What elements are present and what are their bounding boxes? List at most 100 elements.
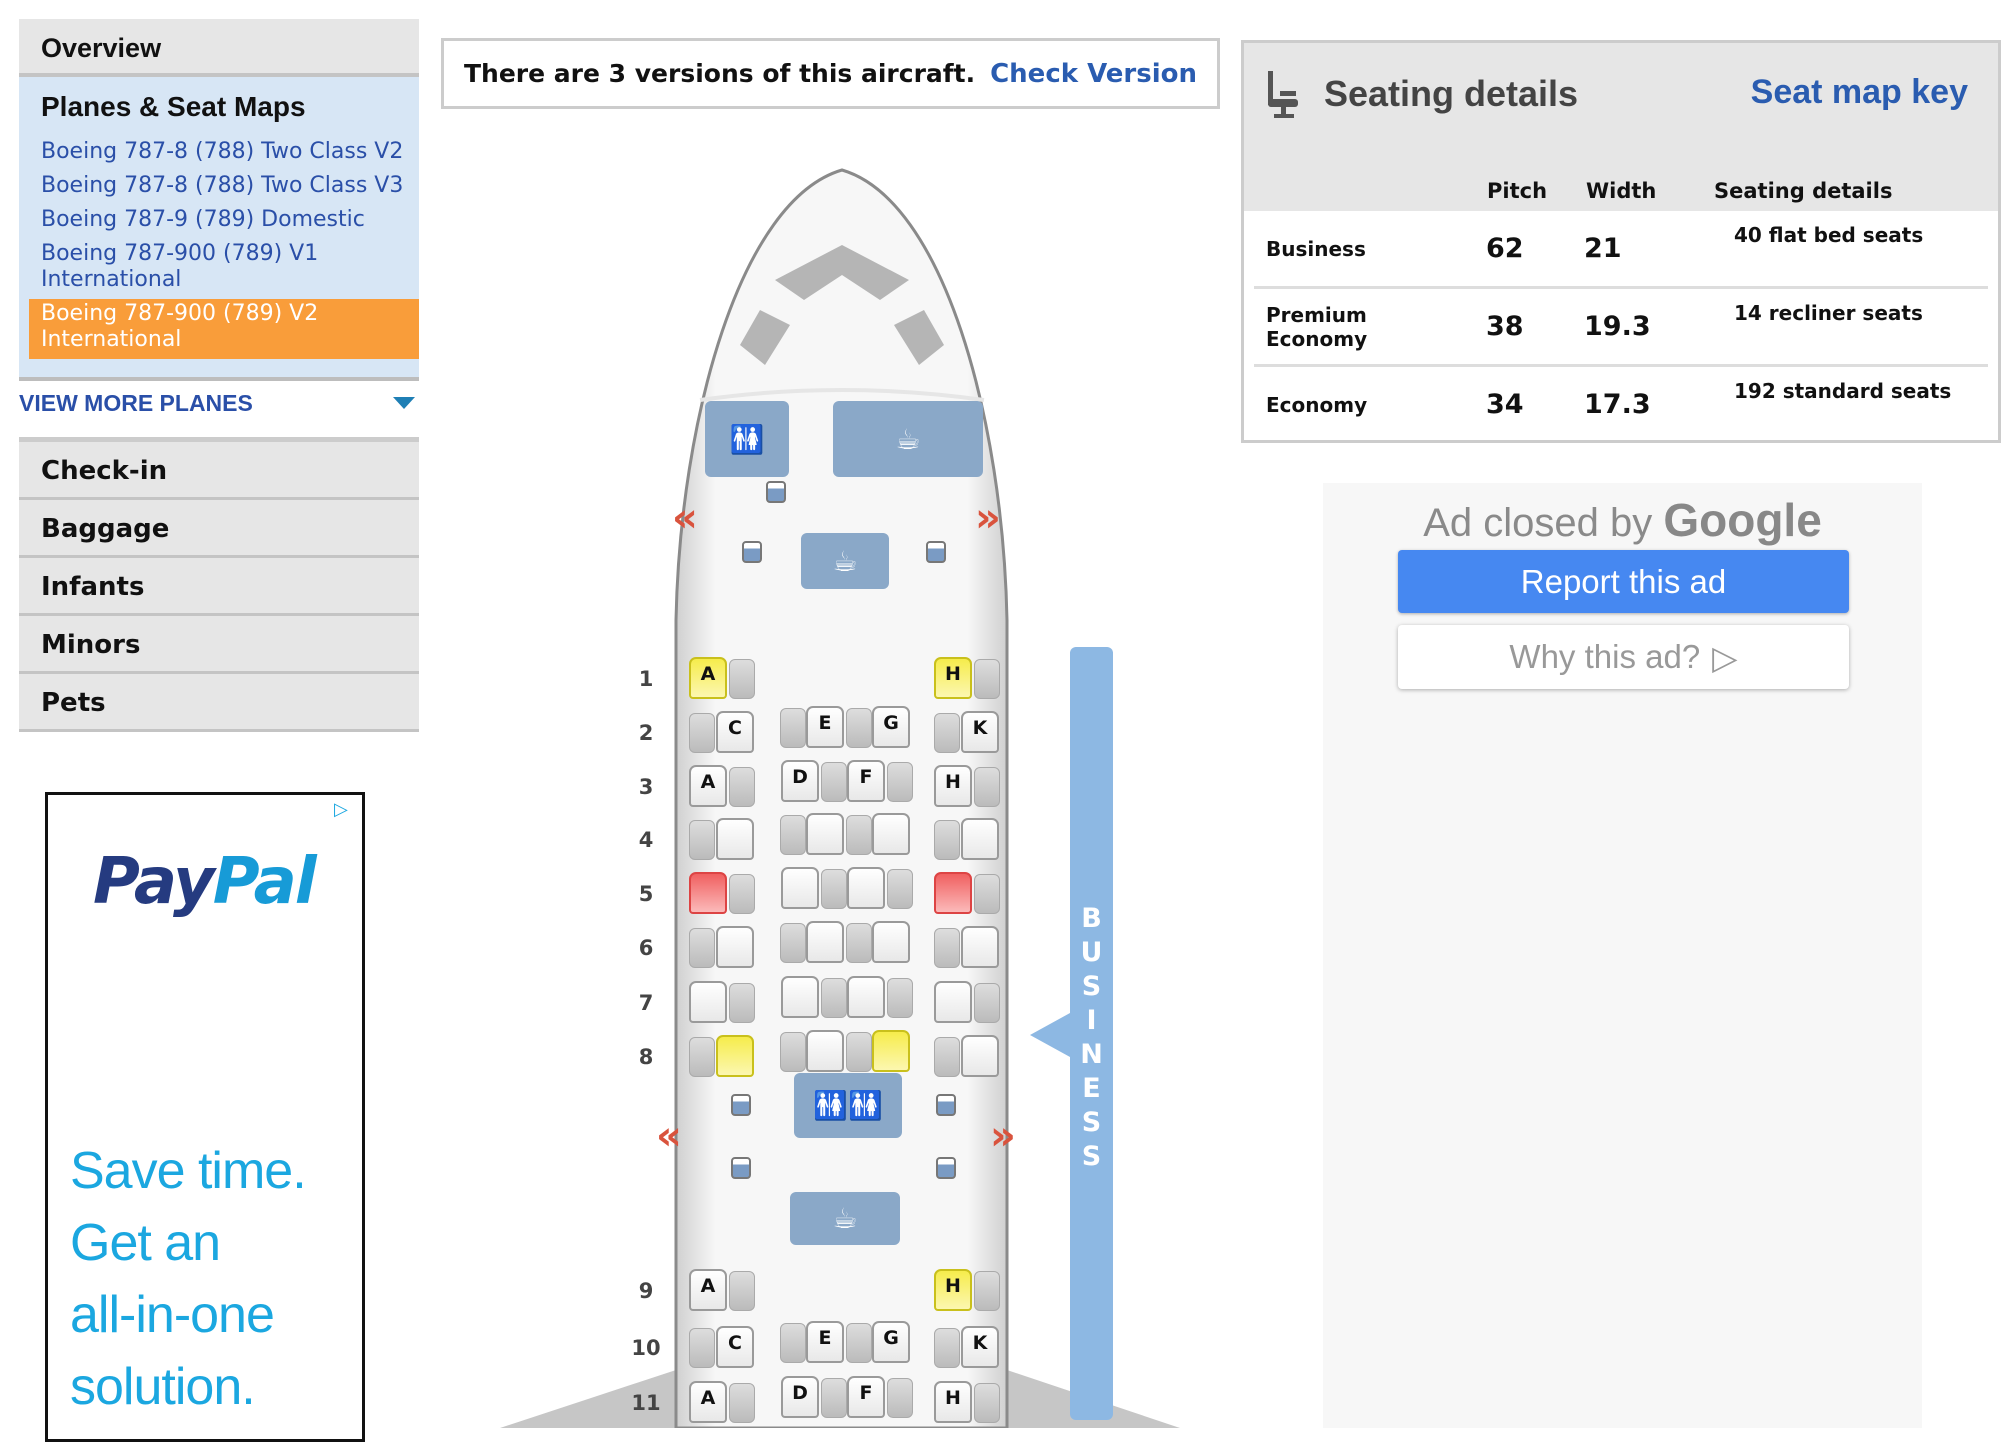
seat-6G[interactable] bbox=[872, 921, 910, 963]
ottoman bbox=[689, 820, 715, 860]
ottoman bbox=[780, 815, 806, 855]
seat-3D[interactable]: D bbox=[781, 760, 819, 802]
row-number: 8 bbox=[638, 1045, 654, 1069]
ottoman bbox=[780, 1032, 806, 1072]
seat-6E[interactable] bbox=[806, 921, 844, 963]
seat-8K[interactable] bbox=[961, 1035, 999, 1077]
attendant-seat-icon bbox=[936, 1094, 956, 1116]
ottoman bbox=[780, 923, 806, 963]
ottoman bbox=[934, 928, 960, 968]
seat-11A[interactable]: A bbox=[689, 1381, 727, 1423]
ottoman bbox=[846, 708, 872, 748]
ottoman bbox=[846, 923, 872, 963]
ottoman bbox=[934, 713, 960, 753]
seat-6C[interactable] bbox=[716, 926, 754, 968]
ottoman bbox=[780, 708, 806, 748]
seat-2C[interactable]: C bbox=[716, 711, 754, 753]
seat-8C[interactable] bbox=[716, 1035, 754, 1077]
attendant-seat-icon bbox=[926, 541, 946, 563]
seat-8G[interactable] bbox=[872, 1030, 910, 1072]
attendant-seat-icon bbox=[936, 1157, 956, 1179]
ottoman bbox=[934, 1037, 960, 1077]
seat-10K[interactable]: K bbox=[961, 1326, 999, 1368]
ottoman bbox=[846, 1323, 872, 1363]
row-number: 3 bbox=[638, 775, 654, 799]
attendant-seat-icon bbox=[731, 1157, 751, 1179]
ottoman bbox=[689, 1037, 715, 1077]
seat-11D[interactable]: D bbox=[781, 1376, 819, 1418]
ottoman bbox=[934, 820, 960, 860]
attendant-seat-icon bbox=[766, 481, 786, 503]
attendant-seat-icon bbox=[742, 541, 762, 563]
ottoman bbox=[729, 1383, 755, 1423]
ottoman bbox=[729, 874, 755, 914]
ottoman bbox=[887, 762, 913, 802]
ottoman bbox=[974, 659, 1000, 699]
galley-icon: ☕ bbox=[790, 1192, 900, 1245]
row-number: 4 bbox=[638, 828, 654, 852]
seat-2G[interactable]: G bbox=[872, 706, 910, 748]
seat-1H[interactable]: H bbox=[934, 657, 972, 699]
seat-7H[interactable] bbox=[934, 981, 972, 1023]
seat-map: 🚻 ☕ ☕ 🚻🚻 ☕ « » « » BUSINESS 1AH2CKEG3AHD… bbox=[0, 0, 2006, 1428]
business-cabin-label: BUSINESS bbox=[1070, 647, 1113, 1420]
seat-7F[interactable] bbox=[847, 976, 885, 1018]
seat-10C[interactable]: C bbox=[716, 1326, 754, 1368]
ottoman bbox=[780, 1323, 806, 1363]
ottoman bbox=[934, 1328, 960, 1368]
ottoman bbox=[974, 1271, 1000, 1311]
seat-10E[interactable]: E bbox=[806, 1321, 844, 1363]
galley-icon: ☕ bbox=[801, 533, 889, 589]
cabin-pointer bbox=[1030, 1013, 1070, 1057]
seat-4E[interactable] bbox=[806, 813, 844, 855]
exit-left-icon: « bbox=[672, 495, 698, 541]
seat-4G[interactable] bbox=[872, 813, 910, 855]
exit-left-icon: « bbox=[656, 1113, 682, 1159]
seat-5H[interactable] bbox=[934, 872, 972, 914]
attendant-seat-icon bbox=[731, 1094, 751, 1116]
seat-7A[interactable] bbox=[689, 981, 727, 1023]
seat-1A[interactable]: A bbox=[689, 657, 727, 699]
seat-3H[interactable]: H bbox=[934, 765, 972, 807]
ottoman bbox=[729, 767, 755, 807]
seat-3F[interactable]: F bbox=[847, 760, 885, 802]
ottoman bbox=[974, 983, 1000, 1023]
row-number: 5 bbox=[638, 882, 654, 906]
seat-9A[interactable]: A bbox=[689, 1269, 727, 1311]
ottoman bbox=[974, 1383, 1000, 1423]
ottoman bbox=[821, 1378, 847, 1418]
ottoman bbox=[846, 1032, 872, 1072]
ottoman bbox=[689, 1328, 715, 1368]
seat-5A[interactable] bbox=[689, 872, 727, 914]
ottoman bbox=[729, 659, 755, 699]
seat-2K[interactable]: K bbox=[961, 711, 999, 753]
seat-10G[interactable]: G bbox=[872, 1321, 910, 1363]
ottoman bbox=[729, 1271, 755, 1311]
seat-11F[interactable]: F bbox=[847, 1376, 885, 1418]
row-number: 10 bbox=[631, 1336, 661, 1360]
seat-5D[interactable] bbox=[781, 867, 819, 909]
ottoman bbox=[887, 869, 913, 909]
seat-6K[interactable] bbox=[961, 926, 999, 968]
seat-2E[interactable]: E bbox=[806, 706, 844, 748]
ottoman bbox=[974, 767, 1000, 807]
ottoman bbox=[821, 978, 847, 1018]
seat-7D[interactable] bbox=[781, 976, 819, 1018]
seat-5F[interactable] bbox=[847, 867, 885, 909]
seat-4K[interactable] bbox=[961, 818, 999, 860]
ottoman bbox=[846, 815, 872, 855]
row-number: 11 bbox=[631, 1391, 661, 1415]
seat-9H[interactable]: H bbox=[934, 1269, 972, 1311]
seat-11H[interactable]: H bbox=[934, 1381, 972, 1423]
seat-4C[interactable] bbox=[716, 818, 754, 860]
galley-icon: ☕ bbox=[833, 401, 983, 477]
row-number: 9 bbox=[638, 1279, 654, 1303]
row-number: 6 bbox=[638, 936, 654, 960]
row-number: 1 bbox=[638, 667, 654, 691]
seat-3A[interactable]: A bbox=[689, 765, 727, 807]
ottoman bbox=[887, 1378, 913, 1418]
lavatory-icon: 🚻 bbox=[705, 401, 789, 477]
seat-8E[interactable] bbox=[806, 1030, 844, 1072]
ottoman bbox=[887, 978, 913, 1018]
lavatory-icon: 🚻🚻 bbox=[794, 1073, 902, 1138]
